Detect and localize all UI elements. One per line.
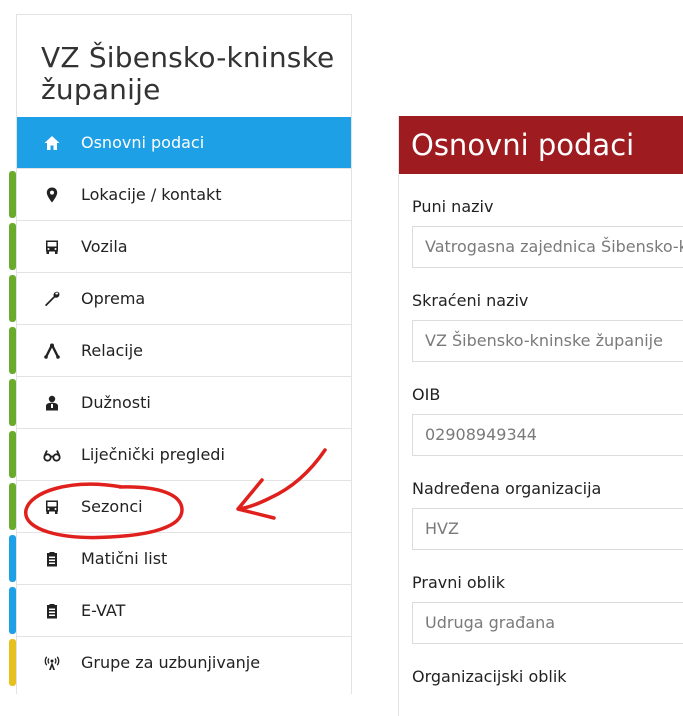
sidebar-item-label: Oprema [81,289,146,308]
panel-title: Osnovni podaci [399,116,683,174]
user-badge-icon [43,394,61,412]
field-nadredena-organizacija: Nadređena organizacija HVZ [399,479,683,550]
status-bar [9,431,16,478]
field-label: Pravni oblik [412,573,505,592]
status-bar [9,327,16,374]
sidebar: VZ Šibensko-kninske županije Osnovni pod… [9,14,352,694]
sidebar-item-grupe-za-uzbunjivanje[interactable]: Grupe za uzbunjivanje [9,636,351,688]
oib-input[interactable]: 02908949344 [412,414,683,456]
sidebar-item-label: Relacije [81,341,144,360]
sidebar-item-duznosti[interactable]: Dužnosti [9,376,351,428]
field-label: Organizacijski oblik [412,667,567,686]
home-icon [43,134,61,152]
field-label: Skraćeni naziv [412,291,529,310]
sidebar-item-lijecnicki-pregledi[interactable]: Liječnički pregledi [9,428,351,480]
wrench-icon [43,290,61,308]
skraceni-naziv-input[interactable]: VZ Šibensko-kninske županije [412,320,683,362]
glasses-icon [43,446,61,464]
sidebar-item-label: Lokacije / kontakt [81,185,222,204]
status-bar [9,535,16,582]
sidebar-item-oprema[interactable]: Oprema [9,272,351,324]
sidebar-item-relacije[interactable]: Relacije [9,324,351,376]
field-pravni-oblik: Pravni oblik Udruga građana [399,573,683,644]
sidebar-item-maticni-list[interactable]: Matični list [9,532,351,584]
status-bar [9,275,16,322]
sidebar-item-osnovni-podaci[interactable]: Osnovni podaci [17,117,351,168]
sidebar-item-label: Sezonci [81,497,143,516]
sidebar-item-label: Dužnosti [81,393,151,412]
field-label: OIB [412,385,441,404]
sidebar-title: VZ Šibensko-kninske županije [41,41,335,106]
status-bar [9,223,16,270]
sidebar-item-label: Osnovni podaci [81,133,205,152]
sidebar-item-e-vat[interactable]: E-VAT [9,584,351,636]
pravni-oblik-input[interactable]: Udruga građana [412,602,683,644]
relations-icon [43,342,61,360]
map-marker-icon [43,186,61,204]
nadredena-organizacija-input[interactable]: HVZ [412,508,683,550]
sidebar-item-vozila[interactable]: Vozila [9,220,351,272]
field-organizacijski-oblik: Organizacijski oblik [399,667,683,687]
main-panel: Osnovni podaci Puni naziv Vatrogasna zaj… [398,116,683,716]
sidebar-item-label: Grupe za uzbunjivanje [81,653,261,672]
status-bar [9,639,16,686]
sidebar-item-lokacije-kontakt[interactable]: Lokacije / kontakt [9,168,351,220]
field-label: Nadređena organizacija [412,479,602,498]
sidebar-item-label: E-VAT [81,601,126,620]
puni-naziv-input[interactable]: Vatrogasna zajednica Šibensko-kninske žu… [412,226,683,268]
status-bar [9,483,16,530]
broadcast-icon [43,654,61,672]
field-oib: OIB 02908949344 [399,385,683,456]
sidebar-item-label: Matični list [81,549,168,568]
sidebar-item-sezonci[interactable]: Sezonci [9,480,351,532]
sidebar-item-label: Vozila [81,237,128,256]
field-label: Puni naziv [412,197,494,216]
bus-icon [43,498,61,516]
status-bar [9,587,16,634]
sidebar-item-label: Liječnički pregledi [81,445,225,464]
clipboard-icon [43,550,61,568]
status-bar [9,171,16,218]
status-bar [9,379,16,426]
clipboard-icon [43,602,61,620]
field-puni-naziv: Puni naziv Vatrogasna zajednica Šibensko… [399,197,683,268]
bus-icon [43,238,61,256]
field-skraceni-naziv: Skraćeni naziv VZ Šibensko-kninske župan… [399,291,683,362]
